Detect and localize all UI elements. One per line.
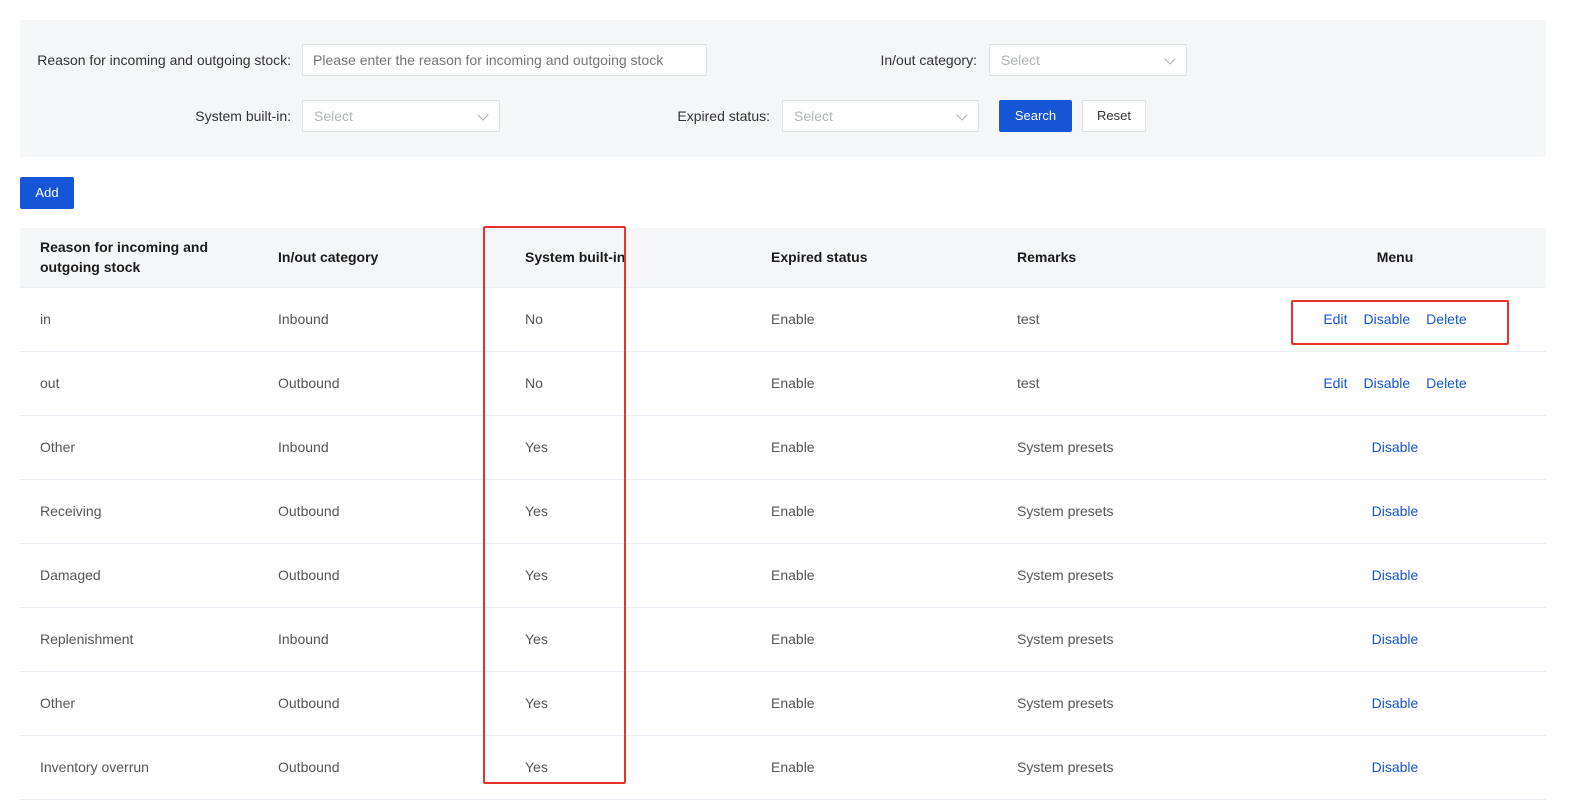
table-row: out Outbound No Enable test Edit Disable Delete — [20, 351, 1546, 415]
cell-expired-status: Enable — [771, 631, 815, 647]
table-row: Receiving Outbound Yes Enable System presets… — [20, 479, 1546, 543]
search-button[interactable]: Search — [999, 100, 1072, 132]
cell-builtin: Yes — [525, 631, 548, 647]
cell-reason: out — [40, 375, 60, 391]
cell-reason: in — [40, 311, 51, 327]
expired-select[interactable]: Select — [782, 100, 979, 132]
category-select[interactable]: Select — [989, 44, 1187, 76]
delete-action-link[interactable]: Delete — [1426, 375, 1466, 391]
cell-remarks: test — [1017, 375, 1040, 391]
table-row: Damaged Outbound Yes Enable System presets Di… — [20, 543, 1546, 607]
cell-builtin: Yes — [525, 439, 548, 455]
delete-action-link[interactable]: Delete — [1426, 311, 1466, 327]
stock-reason-table: Reason for incoming and outgoing stock I… — [20, 228, 1546, 800]
cell-builtin: Yes — [525, 567, 548, 583]
cell-reason: Damaged — [40, 567, 101, 583]
cell-reason: Other — [40, 695, 76, 711]
cell-reason: Inventory overrun — [40, 759, 149, 775]
table-body: in Inbound No Enable test Edit Disable Delete ou… — [20, 287, 1546, 799]
disable-action-link[interactable]: Disable — [1363, 375, 1410, 391]
cell-category: Outbound — [278, 695, 340, 711]
cell-expired-status: Enable — [771, 503, 815, 519]
cell-builtin: Yes — [525, 695, 548, 711]
disable-action-link[interactable]: Disable — [1372, 695, 1419, 711]
table-row: Other Outbound Yes Enable System presets Disa… — [20, 671, 1546, 735]
cell-category: Outbound — [278, 567, 340, 583]
disable-action-link[interactable]: Disable — [1372, 631, 1419, 647]
cell-builtin: Yes — [525, 759, 548, 775]
reason-filter-label: Reason for incoming and outgoing stock: — [37, 52, 291, 68]
filter-panel: Reason for incoming and outgoing stock: … — [20, 20, 1546, 157]
cell-expired-status: Enable — [771, 375, 815, 391]
cell-builtin: Yes — [525, 503, 548, 519]
cell-expired-status: Enable — [771, 439, 815, 455]
reason-search-input[interactable] — [302, 44, 707, 76]
add-button[interactable]: Add — [20, 177, 74, 209]
cell-menu: Edit Disable Delete — [1244, 351, 1546, 415]
builtin-select[interactable]: Select — [302, 100, 500, 132]
cell-remarks: System presets — [1017, 439, 1114, 455]
cell-remarks: test — [1017, 311, 1040, 327]
column-header-expired-status: Expired status — [771, 249, 868, 266]
column-header-menu: Menu — [1376, 249, 1414, 266]
cell-remarks: System presets — [1017, 503, 1114, 519]
cell-category: Outbound — [278, 759, 340, 775]
cell-category: Inbound — [278, 631, 329, 647]
cell-menu: Disable — [1244, 671, 1546, 735]
disable-action-link[interactable]: Disable — [1372, 503, 1419, 519]
chevron-down-icon — [477, 109, 489, 121]
cell-remarks: System presets — [1017, 631, 1114, 647]
cell-reason: Receiving — [40, 503, 102, 519]
chevron-down-icon — [1164, 53, 1176, 65]
cell-remarks: System presets — [1017, 567, 1114, 583]
column-header-remarks: Remarks — [1017, 249, 1077, 266]
cell-menu: Disable — [1244, 607, 1546, 671]
cell-reason: Other — [40, 439, 76, 455]
expired-select-value: Select — [794, 108, 833, 124]
reset-button[interactable]: Reset — [1082, 100, 1146, 132]
cell-expired-status: Enable — [771, 567, 815, 583]
builtin-select-value: Select — [314, 108, 353, 124]
cell-menu: Edit Disable Delete — [1244, 287, 1546, 351]
builtin-filter-label: System built-in: — [195, 108, 291, 124]
chevron-down-icon — [956, 109, 968, 121]
cell-expired-status: Enable — [771, 695, 815, 711]
column-header-builtin: System built-in — [525, 249, 626, 266]
cell-reason: Replenishment — [40, 631, 134, 647]
cell-category: Inbound — [278, 311, 329, 327]
cell-builtin: No — [525, 311, 543, 327]
cell-category: Outbound — [278, 503, 340, 519]
cell-category: Inbound — [278, 439, 329, 455]
table-row: Inventory overrun Outbound Yes Enable System… — [20, 735, 1546, 799]
disable-action-link[interactable]: Disable — [1372, 567, 1419, 583]
cell-expired-status: Enable — [771, 759, 815, 775]
category-select-value: Select — [1001, 52, 1040, 68]
cell-expired-status: Enable — [771, 311, 815, 327]
cell-menu: Disable — [1244, 735, 1546, 799]
edit-action-link[interactable]: Edit — [1323, 375, 1347, 391]
cell-builtin: No — [525, 375, 543, 391]
cell-remarks: System presets — [1017, 759, 1114, 775]
cell-menu: Disable — [1244, 543, 1546, 607]
disable-action-link[interactable]: Disable — [1372, 439, 1419, 455]
edit-action-link[interactable]: Edit — [1323, 311, 1347, 327]
expired-filter-label: Expired status: — [677, 108, 770, 124]
disable-action-link[interactable]: Disable — [1372, 759, 1419, 775]
table-row: Replenishment Inbound Yes Enable System pres… — [20, 607, 1546, 671]
table-row: in Inbound No Enable test Edit Disable Delete — [20, 287, 1546, 351]
column-header-reason: Reason for incoming and outgoing stock — [40, 239, 209, 276]
cell-category: Outbound — [278, 375, 340, 391]
table-row: Other Inbound Yes Enable System presets Disab… — [20, 415, 1546, 479]
cell-remarks: System presets — [1017, 695, 1114, 711]
table-header-row: Reason for incoming and outgoing stock I… — [20, 228, 1546, 287]
column-header-category: In/out category — [278, 249, 379, 266]
category-filter-label: In/out category: — [880, 52, 977, 68]
cell-menu: Disable — [1244, 479, 1546, 543]
cell-menu: Disable — [1244, 415, 1546, 479]
disable-action-link[interactable]: Disable — [1363, 311, 1410, 327]
